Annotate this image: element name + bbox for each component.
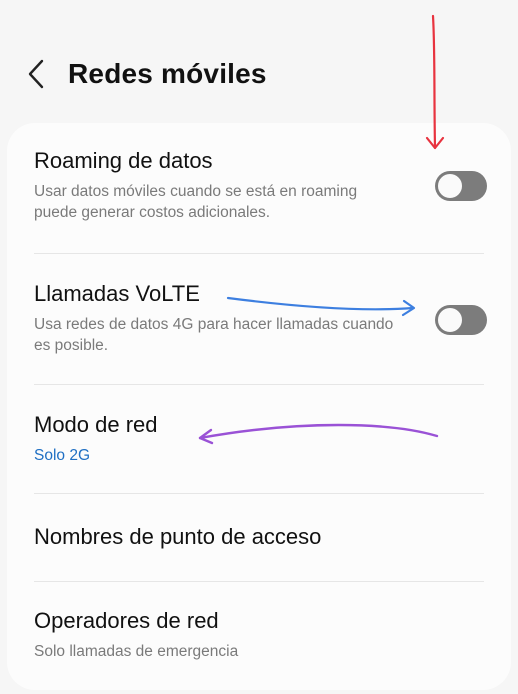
setting-title: Modo de red <box>34 412 158 437</box>
mobile-networks-screen: Redes móviles Roaming de datos Usar dato… <box>0 0 518 694</box>
setting-title: Roaming de datos <box>34 148 213 173</box>
page-title: Redes móviles <box>68 58 267 89</box>
network-mode-value: Solo 2G <box>34 447 91 464</box>
divider <box>34 384 484 385</box>
divider <box>34 581 484 582</box>
chevron-left-icon[interactable] <box>20 46 54 102</box>
divider <box>34 493 484 494</box>
toggle-knob <box>436 306 464 334</box>
divider <box>34 253 484 254</box>
setting-row-data-roaming[interactable]: Roaming de datos Usar datos móviles cuan… <box>34 147 484 223</box>
settings-card: Roaming de datos Usar datos móviles cuan… <box>7 123 511 690</box>
header: Redes móviles <box>20 46 267 102</box>
data-roaming-toggle[interactable] <box>435 171 487 201</box>
setting-row-network-mode[interactable]: Modo de red Solo 2G <box>34 411 484 466</box>
setting-row-volte-calls[interactable]: Llamadas VoLTE Usa redes de datos 4G par… <box>34 280 484 356</box>
toggle-knob <box>436 172 464 200</box>
setting-description: Usar datos móviles cuando se está en roa… <box>34 183 358 221</box>
volte-calls-toggle[interactable] <box>435 305 487 335</box>
setting-description: Solo llamadas de emergencia <box>34 643 239 660</box>
setting-row-access-point-names[interactable]: Nombres de punto de acceso <box>34 523 484 551</box>
setting-title: Llamadas VoLTE <box>34 281 200 306</box>
setting-row-network-operators[interactable]: Operadores de red Solo llamadas de emerg… <box>34 607 484 662</box>
setting-title: Operadores de red <box>34 608 219 633</box>
setting-description: Usa redes de datos 4G para hacer llamada… <box>34 316 394 354</box>
setting-title: Nombres de punto de acceso <box>34 524 322 549</box>
